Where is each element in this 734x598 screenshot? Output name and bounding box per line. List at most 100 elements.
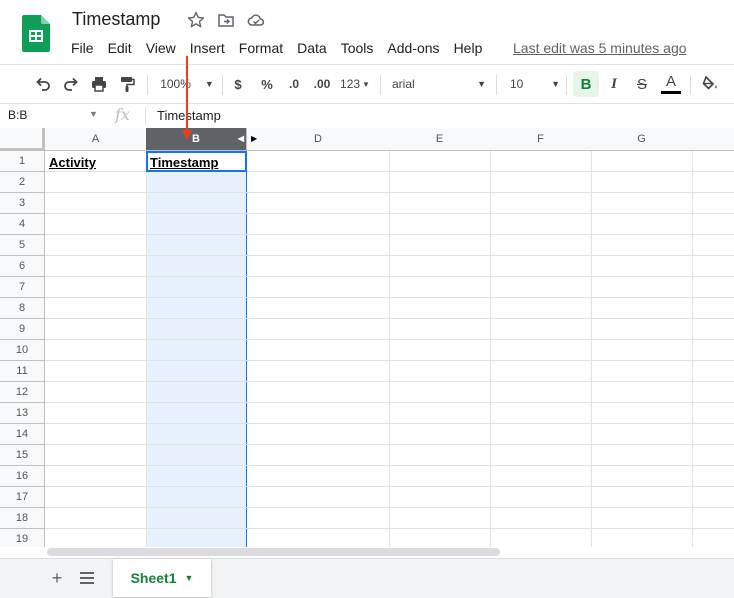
bold-button[interactable]: B xyxy=(573,71,599,97)
more-formats-select[interactable]: 123 ▼ xyxy=(338,65,372,103)
row-header[interactable]: 3 xyxy=(0,193,45,214)
font-family-select[interactable]: arial ▼ xyxy=(392,65,486,103)
name-box[interactable]: B:B xyxy=(8,108,27,122)
text-color-button[interactable]: A xyxy=(660,65,682,103)
function-icon: fx xyxy=(115,105,130,124)
column-gridline xyxy=(591,151,592,547)
font-size-value: 10 xyxy=(510,77,524,91)
move-to-folder-icon[interactable] xyxy=(216,10,236,30)
last-edit-link[interactable]: Last edit was 5 minutes ago xyxy=(513,40,687,56)
row-header[interactable]: 7 xyxy=(0,277,45,298)
toolbar-separator xyxy=(147,75,148,95)
row-header[interactable]: 18 xyxy=(0,508,45,529)
strikethrough-button[interactable]: S xyxy=(631,65,653,103)
selected-column-range xyxy=(146,151,247,547)
column-header-b[interactable]: B ◀ xyxy=(146,128,247,151)
toolbar-separator xyxy=(566,75,567,95)
star-icon[interactable] xyxy=(186,10,206,30)
menu-bar: File Edit View Insert Format Data Tools … xyxy=(64,37,489,59)
toolbar-separator xyxy=(222,75,223,95)
horizontal-scrollbar[interactable] xyxy=(47,548,500,556)
menu-add-ons[interactable]: Add-ons xyxy=(380,40,446,56)
column-header-d-label: D xyxy=(314,133,322,145)
formula-bar-separator xyxy=(145,107,146,125)
row-header[interactable]: 4 xyxy=(0,214,45,235)
row-header[interactable]: 13 xyxy=(0,403,45,424)
row-header[interactable]: 14 xyxy=(0,424,45,445)
cell-b1[interactable]: Timestamp xyxy=(150,155,218,170)
toolbar: 100% ▼ $ % .0 .00 123 ▼ arial ▼ 10 ▼ B I… xyxy=(0,65,734,103)
sheet-tab-sheet1[interactable]: Sheet1 ▼ xyxy=(113,559,211,597)
font-family-value: arial xyxy=(392,77,415,91)
print-icon[interactable] xyxy=(88,65,110,103)
decrease-decimal-button[interactable]: .0 xyxy=(284,65,304,103)
percent-button[interactable]: % xyxy=(258,65,276,103)
sheet-tab-label: Sheet1 xyxy=(130,570,177,586)
text-color-label: A xyxy=(665,73,676,90)
chevron-down-icon: ▼ xyxy=(477,79,486,89)
column-gridline xyxy=(692,151,693,547)
menu-format[interactable]: Format xyxy=(232,40,290,56)
text-color-swatch xyxy=(661,91,681,94)
menu-file[interactable]: File xyxy=(64,40,101,56)
select-all-corner[interactable] xyxy=(0,128,45,151)
toolbar-separator xyxy=(690,75,691,95)
chevron-down-icon: ▼ xyxy=(362,79,370,89)
annotation-arrow xyxy=(182,56,192,140)
row-header[interactable]: 2 xyxy=(0,172,45,193)
chevron-down-icon: ▼ xyxy=(204,79,214,89)
italic-button[interactable]: I xyxy=(603,65,625,103)
font-size-select[interactable]: 10 ▼ xyxy=(506,65,560,103)
column-header-g[interactable]: G xyxy=(591,128,693,151)
currency-button[interactable]: $ xyxy=(230,65,246,103)
formula-bar: B:B ▼ fx Timestamp xyxy=(0,103,734,129)
more-formats-label: 123 xyxy=(340,77,361,91)
add-sheet-icon[interactable]: + xyxy=(48,567,66,589)
row-header[interactable]: 15 xyxy=(0,445,45,466)
column-header-d[interactable]: ▶ D xyxy=(247,128,390,151)
column-gridline xyxy=(490,151,491,547)
hidden-columns-left-arrow-icon[interactable]: ◀ xyxy=(238,134,244,143)
spreadsheet-grid[interactable]: A B ◀ ▶ D E F G 1 2 3 4 5 6 7 8 9 10 11 12 13 14 15 16 1… xyxy=(0,128,734,547)
toolbar-separator xyxy=(496,75,497,95)
column-header-a[interactable]: A xyxy=(45,128,147,151)
chevron-down-icon: ▼ xyxy=(551,79,560,89)
column-header-e[interactable]: E xyxy=(389,128,491,151)
sheets-logo-icon[interactable] xyxy=(22,15,50,52)
column-gridline xyxy=(146,151,147,547)
row-header[interactable]: 8 xyxy=(0,298,45,319)
row-header[interactable]: 12 xyxy=(0,382,45,403)
row-header[interactable]: 19 xyxy=(0,529,45,547)
row-header[interactable]: 9 xyxy=(0,319,45,340)
menu-tools[interactable]: Tools xyxy=(334,40,381,56)
menu-edit[interactable]: Edit xyxy=(101,40,139,56)
column-gridline xyxy=(389,151,390,547)
menu-data[interactable]: Data xyxy=(290,40,334,56)
paint-format-icon[interactable] xyxy=(116,65,138,103)
column-header-overflow xyxy=(692,128,734,151)
chevron-down-icon[interactable]: ▼ xyxy=(185,573,194,583)
toolbar-separator xyxy=(380,75,381,95)
row-header[interactable]: 1 xyxy=(0,151,45,172)
hidden-columns-right-arrow-icon[interactable]: ▶ xyxy=(251,134,257,143)
increase-decimal-button[interactable]: .00 xyxy=(310,65,334,103)
cloud-status-icon[interactable] xyxy=(246,10,266,30)
menu-view[interactable]: View xyxy=(139,40,183,56)
cell-a1[interactable]: Activity xyxy=(49,155,96,170)
all-sheets-menu-icon[interactable] xyxy=(78,569,96,587)
redo-icon[interactable] xyxy=(60,65,82,103)
fill-color-icon[interactable] xyxy=(698,65,722,103)
row-header[interactable]: 10 xyxy=(0,340,45,361)
sheet-tab-bar: + Sheet1 ▼ xyxy=(0,558,734,598)
row-header[interactable]: 16 xyxy=(0,466,45,487)
row-header[interactable]: 17 xyxy=(0,487,45,508)
chevron-down-icon[interactable]: ▼ xyxy=(89,109,98,119)
row-header[interactable]: 5 xyxy=(0,235,45,256)
undo-icon[interactable] xyxy=(32,65,54,103)
column-header-f[interactable]: F xyxy=(490,128,592,151)
menu-insert[interactable]: Insert xyxy=(183,40,232,56)
document-title[interactable]: Timestamp xyxy=(72,9,160,30)
row-header[interactable]: 11 xyxy=(0,361,45,382)
row-header[interactable]: 6 xyxy=(0,256,45,277)
menu-help[interactable]: Help xyxy=(447,40,490,56)
